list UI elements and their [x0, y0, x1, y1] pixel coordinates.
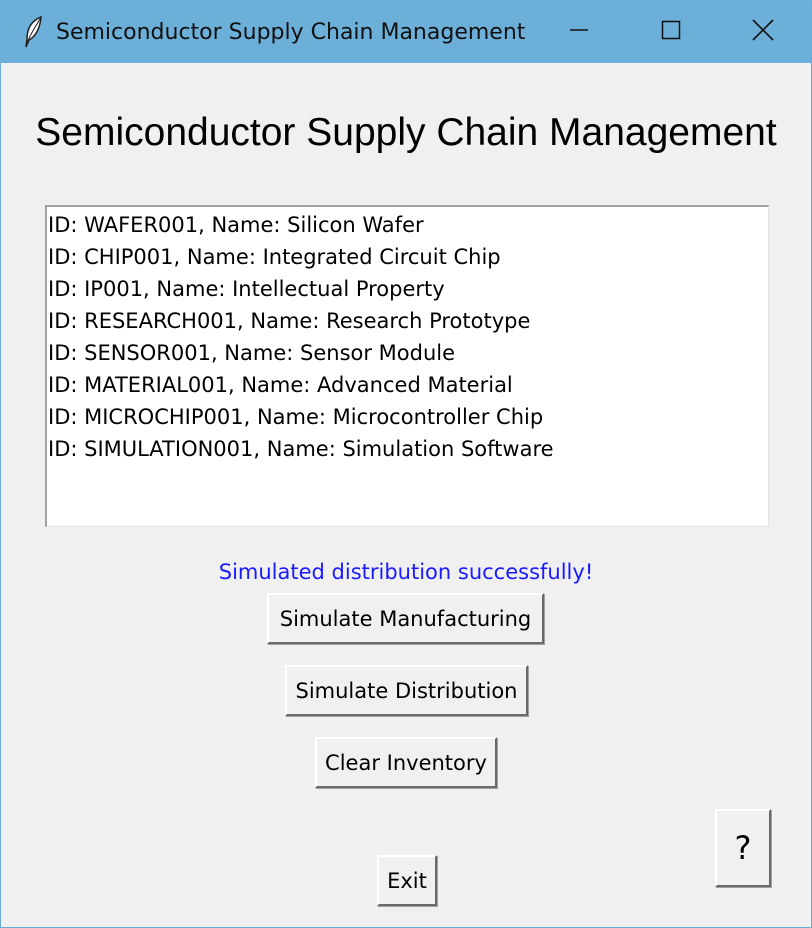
- status-message: Simulated distribution successfully!: [218, 560, 594, 584]
- list-item[interactable]: ID: MATERIAL001, Name: Advanced Material: [47, 369, 768, 401]
- list-item[interactable]: ID: RESEARCH001, Name: Research Prototyp…: [47, 305, 768, 337]
- simulate-distribution-button[interactable]: Simulate Distribution: [285, 665, 528, 716]
- exit-button[interactable]: Exit: [377, 855, 437, 906]
- list-item[interactable]: ID: SENSOR001, Name: Sensor Module: [47, 337, 768, 369]
- minimize-icon: [569, 20, 589, 44]
- title-bar[interactable]: Semiconductor Supply Chain Management: [1, 1, 811, 63]
- close-icon: [752, 19, 774, 45]
- maximize-button[interactable]: [625, 1, 717, 63]
- simulate-manufacturing-button[interactable]: Simulate Manufacturing: [267, 593, 544, 644]
- app-window: Semiconductor Supply Chain Management Se…: [0, 0, 812, 928]
- maximize-icon: [661, 20, 681, 44]
- page-title: Semiconductor Supply Chain Management: [35, 111, 777, 154]
- minimize-button[interactable]: [533, 1, 625, 63]
- client-area: Semiconductor Supply Chain Management ID…: [1, 63, 811, 927]
- feather-icon: [21, 15, 47, 49]
- list-item[interactable]: ID: SIMULATION001, Name: Simulation Soft…: [47, 433, 768, 465]
- list-item[interactable]: ID: CHIP001, Name: Integrated Circuit Ch…: [47, 241, 768, 273]
- inventory-listbox[interactable]: ID: WAFER001, Name: Silicon Wafer ID: CH…: [45, 205, 769, 527]
- help-button[interactable]: ?: [715, 809, 771, 887]
- close-button[interactable]: [717, 1, 809, 63]
- list-item[interactable]: ID: MICROCHIP001, Name: Microcontroller …: [47, 401, 768, 433]
- clear-inventory-button[interactable]: Clear Inventory: [315, 737, 497, 788]
- list-item[interactable]: ID: IP001, Name: Intellectual Property: [47, 273, 768, 305]
- list-item[interactable]: ID: WAFER001, Name: Silicon Wafer: [47, 209, 768, 241]
- window-title: Semiconductor Supply Chain Management: [56, 20, 526, 45]
